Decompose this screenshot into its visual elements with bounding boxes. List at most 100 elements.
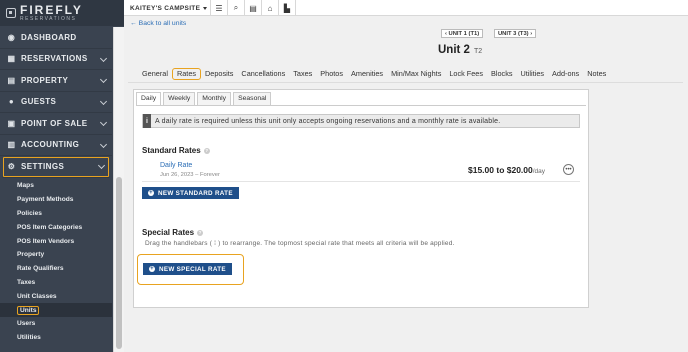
chevron-down-icon [99,75,108,84]
dashboard-icon: ◉ [7,32,16,42]
plus-icon: + [149,266,155,272]
more-options-icon[interactable]: ••• [563,164,574,175]
main-nav: ◉ DASHBOARD ▦ RESERVATIONS ▤ PROPERTY ● GUES… [0,27,112,178]
list-icon[interactable]: ☰ [211,0,228,16]
sidebar: FIREFLY RESERVATIONS ◉ DASHBOARD ▦ RESERVA… [0,0,124,352]
subnav-item-payment-methods[interactable]: Payment Methods [0,193,112,207]
special-rates-help: Drag the handlebars ( ⁞ ) to rearrange. … [145,240,455,247]
info-text: A daily rate is required unless this uni… [155,117,501,125]
subtabs-divider [136,105,586,106]
subnav-item-rate-qualifiers[interactable]: Rate Qualifiers [0,262,112,276]
nav-label: ACCOUNTING [21,140,80,150]
tab-deposits[interactable]: Deposits [201,68,237,80]
rate-name-link[interactable]: Daily Rate [160,162,192,169]
subnav-item-unit-classes[interactable]: Unit Classes [0,289,112,303]
page-title: Unit 2 T2 [438,44,482,56]
tab-lock-fees[interactable]: Lock Fees [445,68,487,80]
nav-label: PROPERTY [21,75,69,85]
info-alert: i A daily rate is required unless this u… [142,114,580,128]
help-icon[interactable]: ? [197,229,204,236]
tab-photos[interactable]: Photos [316,68,347,80]
tab-min-max-nights[interactable]: Min/Max Nights [387,68,445,80]
unit-code: T2 [473,48,483,55]
sidebar-scrollbar[interactable] [113,27,124,352]
prev-unit-button[interactable]: ‹ UNIT 1 (T1) [441,29,484,38]
new-standard-rate-button[interactable]: + NEW STANDARD RATE [142,187,239,199]
gear-icon: ⚙ [7,161,16,171]
subtab-seasonal[interactable]: Seasonal [233,92,272,105]
tabs-divider [128,82,683,83]
tab-add-ons[interactable]: Add-ons [548,68,583,80]
campsite-selector[interactable]: KAITEY'S CAMPSITE [124,0,211,16]
subnav-item-users[interactable]: Users [0,317,112,331]
tab-cancellations[interactable]: Cancellations [237,68,289,80]
nav-label: SETTINGS [21,161,65,171]
subtab-weekly[interactable]: Weekly [163,92,196,105]
chevron-down-icon [99,97,108,105]
nav-settings[interactable]: ⚙ SETTINGS [2,156,110,178]
chevron-down-icon [99,140,108,148]
help-icon[interactable]: ? [203,147,210,154]
building-icon: ▤ [7,75,16,85]
nav-reservations[interactable]: ▦ RESERVATIONS [0,49,112,70]
chevron-down-icon [99,54,108,62]
nav-dashboard[interactable]: ◉ DASHBOARD [0,27,112,49]
subtab-daily[interactable]: Daily [136,92,162,106]
subnav-item-pos-item-vendors[interactable]: POS Item Vendors [0,234,112,248]
subnav-item-pos-item-categories[interactable]: POS Item Categories [0,220,112,234]
settings-subnav: Maps Payment Methods Policies POS Item C… [0,179,112,352]
tab-amenities[interactable]: Amenities [347,68,387,80]
nav-label: GUESTS [21,97,57,107]
subnav-item-units[interactable]: Units [0,303,112,317]
campsite-name: KAITEY'S CAMPSITE [130,4,201,12]
unit-nav-prev: ‹ UNIT 1 (T1) [441,29,484,38]
tab-utilities[interactable]: Utilities [517,68,549,80]
cart-icon: ▣ [7,118,16,128]
nav-label: DASHBOARD [21,32,77,42]
special-rates-heading: Special Rates? [142,228,204,237]
tab-rates[interactable]: Rates [171,68,202,80]
subnav-item-utilities[interactable]: Utilities [0,331,112,345]
next-unit-button[interactable]: UNIT 3 (T3) › [494,29,537,38]
subnav-item-taxes[interactable]: Taxes [0,276,112,290]
unit-title: Unit 2 [438,44,470,56]
logo[interactable]: FIREFLY RESERVATIONS [0,0,124,26]
new-special-rate-button[interactable]: + NEW SPECIAL RATE [143,263,232,275]
nav-label: POINT OF SALE [21,118,88,128]
unit-nav-next: UNIT 3 (T3) › [494,29,537,38]
info-icon: i [143,114,151,128]
logo-icon [6,8,16,18]
back-to-units-link[interactable]: ← Back to all units [130,20,186,27]
nav-label: RESERVATIONS [21,54,88,64]
chevron-down-icon [97,161,106,170]
user-icon: ● [8,97,15,107]
logo-tagline: RESERVATIONS [20,15,77,22]
clipboard-icon[interactable]: ▤ [245,0,262,16]
nav-point-of-sale[interactable]: ▣ POINT OF SALE [0,113,112,135]
subnav-item-maps[interactable]: Maps [0,179,112,193]
rate-period-tabs: Daily Weekly Monthly Seasonal [136,92,273,106]
scrollbar-thumb[interactable] [116,177,122,349]
plus-icon: + [148,190,154,196]
tab-notes[interactable]: Notes [583,68,610,80]
home-icon[interactable]: ⌂ [262,0,279,16]
unit-tabs: General Rates Deposits Cancellations Tax… [138,68,610,80]
rate-amount: $15.00 to $20.00/day [468,165,546,175]
store-icon[interactable]: ▙ [279,0,296,16]
rate-dates: Jun 26, 2023 – Forever [160,172,220,178]
standard-rates-heading: Standard Rates? [142,146,210,155]
tab-general[interactable]: General [138,68,172,80]
calculator-icon: ▥ [7,140,16,150]
tab-blocks[interactable]: Blocks [487,68,517,80]
nav-guests[interactable]: ● GUESTS [0,92,112,113]
rate-divider [142,181,580,182]
search-icon[interactable]: ⌕ [228,0,245,16]
caret-down-icon [203,6,208,10]
subnav-item-policies[interactable]: Policies [0,207,112,221]
nav-accounting[interactable]: ▥ ACCOUNTING [0,135,112,156]
logo-name: FIREFLY [20,2,83,17]
subnav-item-property[interactable]: Property [0,248,112,262]
subtab-monthly[interactable]: Monthly [197,92,232,105]
tab-taxes[interactable]: Taxes [289,68,316,80]
nav-property[interactable]: ▤ PROPERTY [0,70,112,92]
